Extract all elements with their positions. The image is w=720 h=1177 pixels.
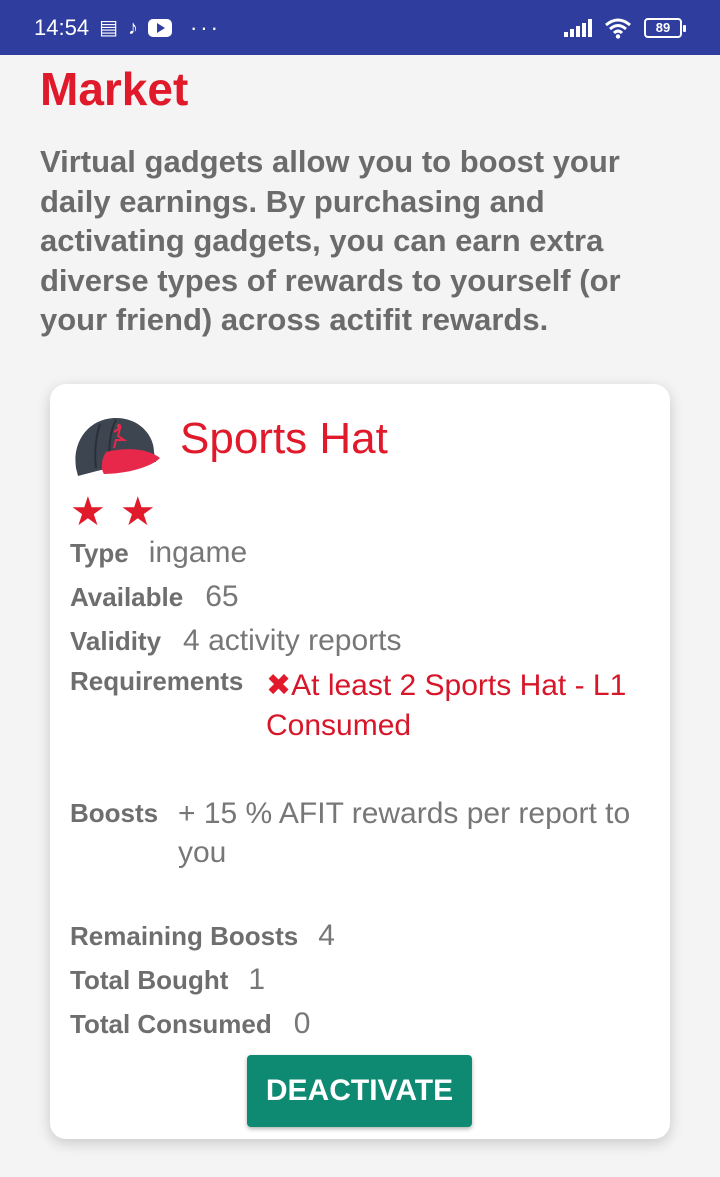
more-dots-icon: ··· [189,14,221,40]
consumed-value: 0 [293,1007,311,1040]
remaining-label: Remaining Boosts [70,921,299,951]
notification-icon: ▤ [99,16,118,39]
boosts-value: + 15 % AFIT rewards per report to you [178,797,631,869]
star-icon: ★ [119,490,156,534]
bought-label: Total Bought [70,965,229,995]
status-right: 89 [564,17,686,39]
available-label: Available [70,582,184,612]
available-value: 65 [205,580,239,613]
consumed-row: Total Consumed 0 [70,1007,310,1041]
intro-text: Virtual gadgets allow you to boost your … [40,144,621,337]
remaining-row: Remaining Boosts 4 [70,919,335,953]
battery-level: 89 [655,20,671,35]
validity-value: 4 activity reports [183,624,402,657]
bought-row: Total Bought 1 [70,963,265,997]
status-bar: 14:54 ▤ ♪ ··· 89 [0,0,720,55]
status-left: 14:54 ▤ ♪ ··· [34,15,221,41]
requirements-value: At least 2 Sports Hat - L1 Consumed [266,669,627,742]
requirements-value-block: ✖At least 2 Sports Hat - L1 Consumed [266,666,646,746]
type-row: Type ingame [70,536,247,570]
type-value: ingame [148,536,248,569]
sports-hat-icon [75,418,160,476]
tiktok-icon: ♪ [127,16,138,39]
youtube-icon [147,18,172,37]
bought-value: 1 [248,963,266,996]
battery-icon: 89 [644,17,686,38]
deactivate-button[interactable]: DEACTIVATE [247,1055,472,1127]
consumed-label: Total Consumed [70,1009,272,1039]
requirements-label: Requirements [70,666,244,696]
star-icon: ★ [70,490,106,534]
gadget-name: Sports Hat [180,414,388,463]
validity-row: Validity 4 activity reports [70,624,401,658]
boosts-label: Boosts [70,798,159,828]
type-label: Type [70,538,129,568]
requirements-row: Requirements [70,666,243,697]
available-row: Available 65 [70,580,239,614]
status-time: 14:54 [34,14,90,40]
validity-label: Validity [70,626,162,656]
wifi-icon [605,18,631,39]
gadget-card: Sports Hat ★ ★ Type ingame Available 65 … [50,384,670,1139]
remaining-value: 4 [318,919,335,952]
unmet-x-icon: ✖ [266,669,292,702]
signal-icon [564,18,592,37]
boosts-row: Boosts [70,798,158,829]
star-rating: ★ ★ [70,492,156,532]
page-title: Market [40,63,189,115]
